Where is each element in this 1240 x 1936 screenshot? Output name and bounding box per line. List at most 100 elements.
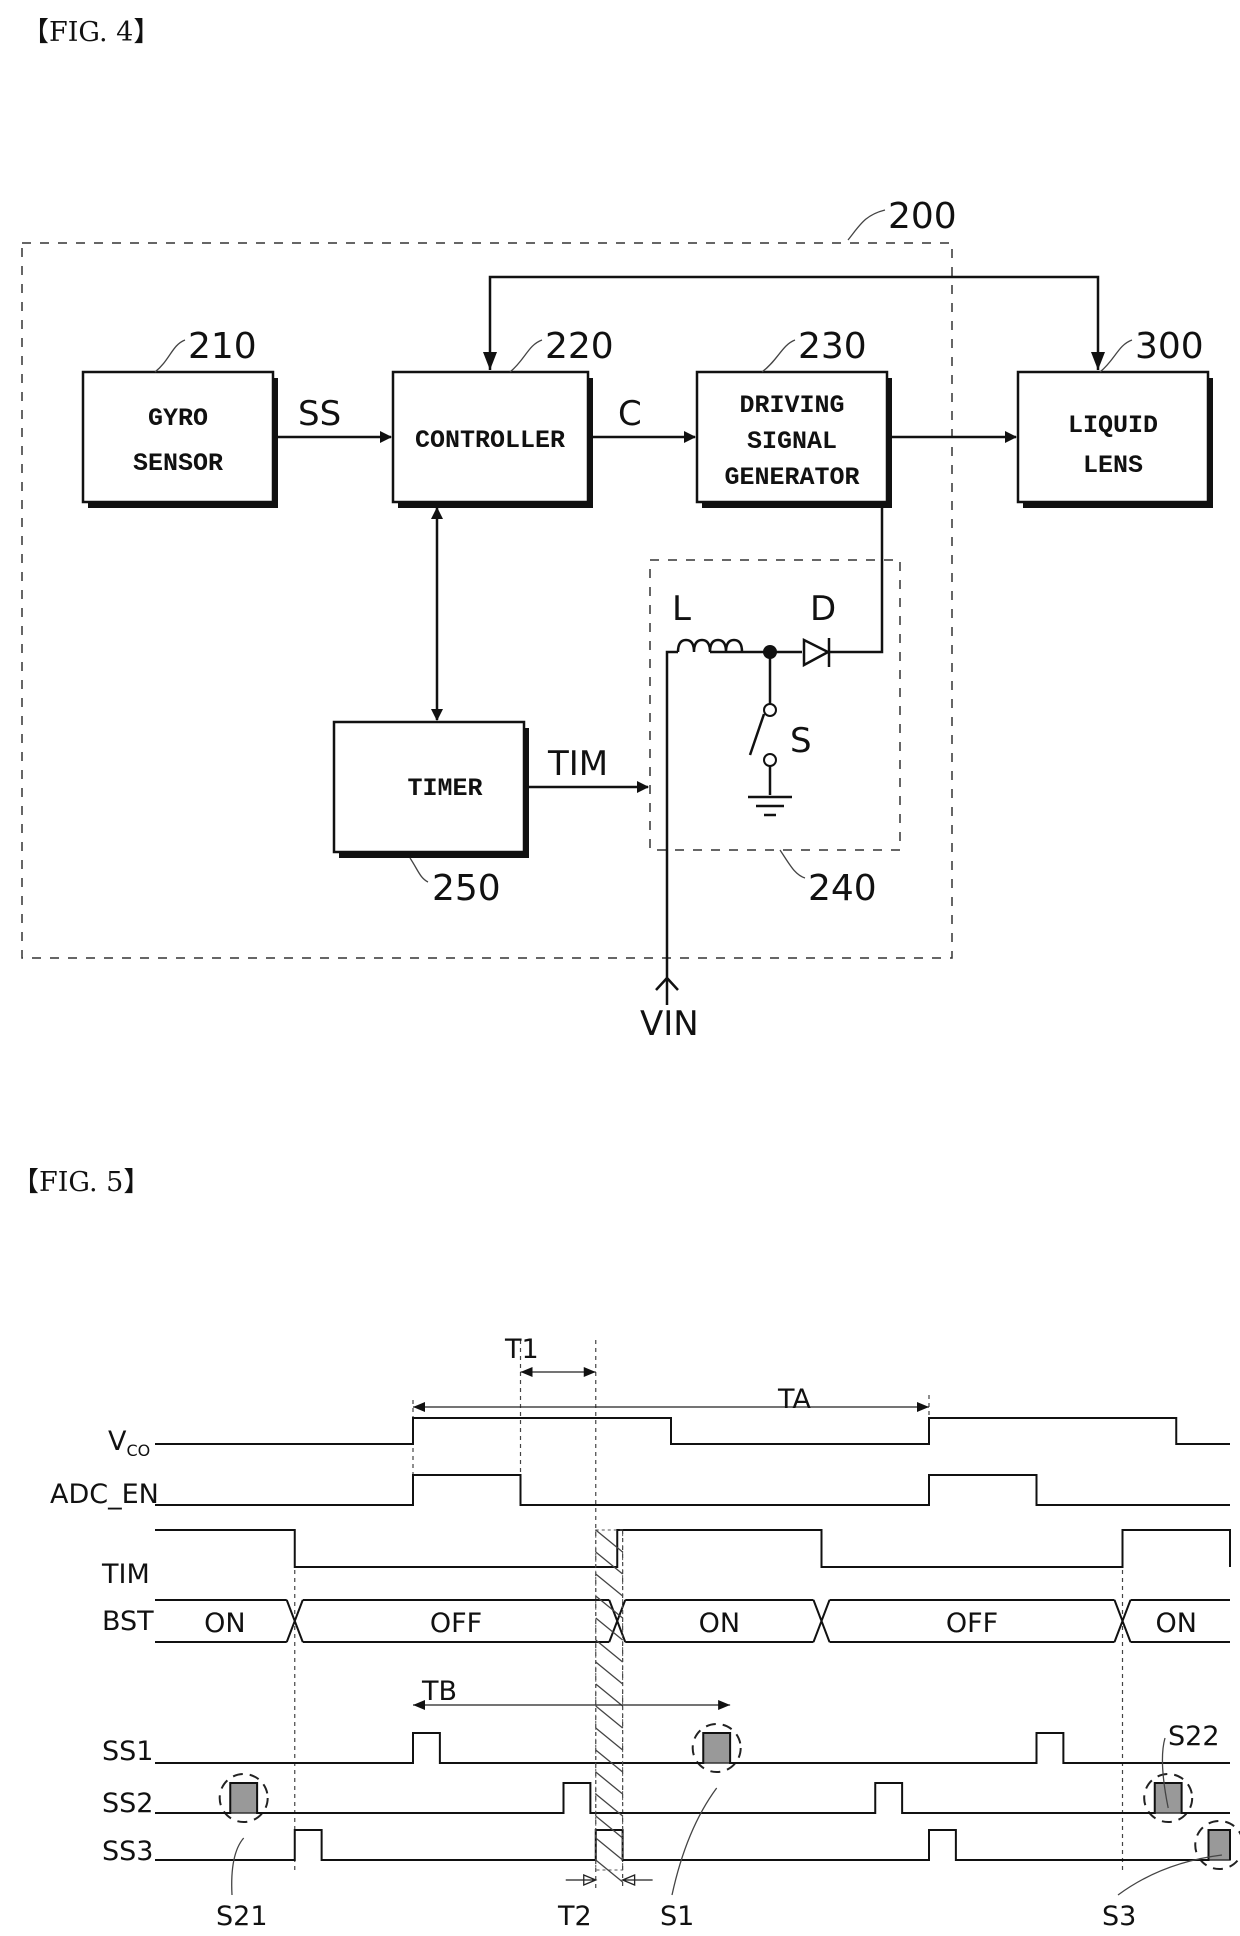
bst-state-label: OFF [430, 1608, 482, 1639]
diode-icon [802, 637, 831, 668]
dimension-tb-arrow-start [413, 1700, 425, 1710]
t2-hatch-line [595, 1705, 624, 1729]
leader-s3 [1117, 1854, 1223, 1896]
ref-250: 250 [432, 868, 501, 909]
leader-250 [409, 857, 429, 883]
signal-label-vco: VCO [108, 1426, 150, 1460]
leader-240 [779, 849, 806, 879]
fig4-diagram: 200 GYRO SENSOR 210 CONTROLLER 220 DRIVI… [21, 196, 1213, 1044]
signal-label-ss1: SS1 [102, 1736, 153, 1767]
ref-200: 200 [888, 196, 957, 237]
inductor-icon [676, 638, 744, 653]
t2-hatch-line [595, 1595, 624, 1619]
switch-contact-bottom [763, 753, 777, 767]
signal-label-adc-en: ADC_EN [50, 1479, 159, 1510]
leader-300 [1099, 339, 1133, 373]
dimension-tb-arrow-end [718, 1700, 731, 1710]
diode-label: D [810, 589, 836, 629]
t2-hatch-line [595, 1661, 624, 1685]
t2-hatch-line [595, 1727, 624, 1751]
gyro-sensor-block: GYRO SENSOR [81, 370, 278, 508]
fig5-label: 【FIG. 5】 [12, 1167, 151, 1198]
dimension-t2-right [620, 1874, 653, 1886]
waveform-ss2 [155, 1782, 1230, 1814]
driver-label-2: SIGNAL [747, 427, 837, 456]
gyro-label-1: GYRO [148, 404, 208, 433]
leader-220 [509, 339, 543, 373]
lens-label-2: LENS [1083, 451, 1143, 480]
bst-transition-cross [1113, 1599, 1132, 1643]
t2-hatch-line [595, 1573, 624, 1597]
driver-label-3: GENERATOR [724, 463, 859, 492]
bst-transition-cross [608, 1599, 627, 1643]
ss-signal-label: SS [298, 394, 341, 434]
bst-state-label: ON [699, 1608, 740, 1639]
switch-icon [748, 713, 766, 756]
t2-hatch-line [595, 1749, 624, 1773]
interval-label-tb: TB [421, 1676, 457, 1707]
ref-230: 230 [798, 326, 867, 367]
ref-300: 300 [1135, 326, 1204, 367]
bst-transition-cross [285, 1599, 304, 1643]
feedback-arrow-lens [1091, 352, 1105, 370]
leader-210 [154, 339, 186, 373]
timer-label: TIMER [407, 774, 482, 803]
highlight-circle-s3 [1194, 1820, 1240, 1870]
dimension-ta-arrow-start [413, 1402, 425, 1412]
bst-state-label: ON [1156, 1608, 1197, 1639]
highlight-circle-s21 [218, 1773, 269, 1823]
interval-label-t2: T2 [557, 1901, 592, 1932]
waveform-ss1 [155, 1732, 1230, 1764]
leader-s22 [1161, 1737, 1169, 1809]
interval-label-t1: T1 [504, 1334, 539, 1365]
dimension-ta-arrow-end [917, 1402, 929, 1412]
t2-hatched-band [595, 1529, 624, 1871]
marker-label-s22: S22 [1168, 1721, 1220, 1752]
highlighted-pulse-s3 [1207, 1829, 1231, 1861]
t2-hatch-line [595, 1617, 624, 1641]
signal-label-tim: TIM [101, 1559, 150, 1590]
ground-icon [748, 795, 792, 817]
highlight-circle-s1 [691, 1723, 742, 1773]
marker-label-s3: S3 [1102, 1901, 1136, 1932]
leader-s1 [671, 1787, 718, 1896]
switch-label: S [790, 721, 812, 761]
highlighted-pulse-s21 [229, 1782, 258, 1814]
ref-240: 240 [808, 868, 877, 909]
signal-label-bst: BST [102, 1606, 154, 1637]
leader-200 [847, 209, 886, 241]
controller-block: CONTROLLER [391, 370, 593, 508]
dimension-t1-arrow-start [520, 1367, 533, 1377]
vin-label: VIN [640, 1004, 699, 1044]
signal-label-ss3: SS3 [102, 1836, 153, 1867]
highlight-circle-s22 [1143, 1773, 1194, 1823]
dimension-t2-left [565, 1874, 598, 1886]
leader-s21 [231, 1837, 245, 1896]
liquid-lens-block: LIQUID LENS [1016, 370, 1213, 508]
t2-hatch-line [595, 1529, 624, 1553]
marker-label-s1: S1 [660, 1901, 694, 1932]
bst-transition-cross [812, 1599, 831, 1643]
gyro-label-2: SENSOR [133, 449, 223, 478]
waveform-ss3 [155, 1829, 1231, 1861]
t2-hatch-line [595, 1793, 624, 1817]
timer-block: TIMER [332, 720, 529, 858]
inductor-label: L [672, 589, 691, 629]
waveform-vco [155, 1417, 1230, 1445]
interval-label-ta: TA [777, 1384, 811, 1415]
bst-state-label: OFF [946, 1608, 998, 1639]
t2-hatch-line [595, 1639, 624, 1663]
t2-hatch-line [595, 1859, 624, 1883]
dimension-t1-arrow-end [583, 1367, 596, 1377]
lens-label-1: LIQUID [1068, 411, 1158, 440]
signal-label-ss2: SS2 [102, 1788, 153, 1819]
t2-hatch-line [595, 1551, 624, 1575]
bst-state-label: ON [204, 1608, 245, 1639]
feedback-arrow-controller [483, 352, 497, 370]
waveform-tim [155, 1529, 1231, 1568]
t2-hatch-line [595, 1771, 624, 1795]
controller-label: CONTROLLER [415, 426, 565, 455]
leader-230 [761, 339, 796, 373]
c-signal-label: C [618, 394, 642, 434]
driver-label-1: DRIVING [739, 391, 844, 420]
